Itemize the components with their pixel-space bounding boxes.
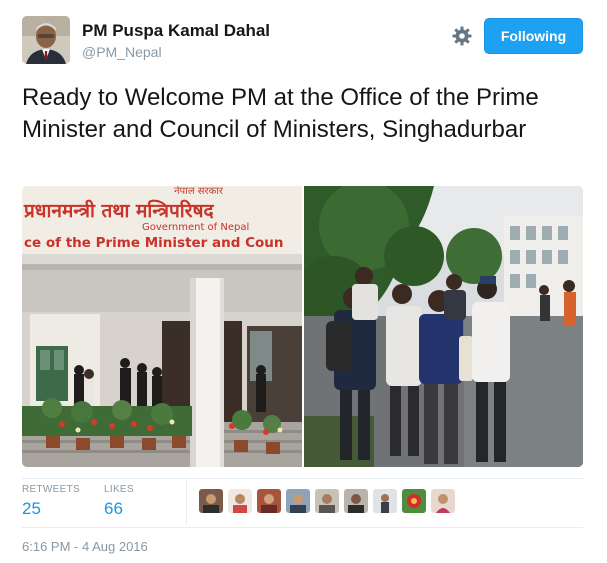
author-name[interactable]: PM Puspa Kamal Dahal: [82, 21, 270, 41]
author-names: PM Puspa Kamal Dahal @PM_Nepal: [82, 21, 270, 61]
likes-count[interactable]: 66: [104, 498, 134, 520]
liker-avatar[interactable]: [373, 489, 397, 513]
photo-office-entrance[interactable]: नेपाल सरकार प्रधानमन्त्री तथा मन्त्रिपरि…: [22, 186, 302, 467]
sign-english-text: ce of the Prime Minister and Coun: [24, 235, 284, 251]
liker-avatar[interactable]: [199, 489, 223, 513]
following-button[interactable]: Following: [484, 18, 583, 54]
likes-label: LIKES: [104, 484, 134, 495]
tweet-text: Ready to Welcome PM at the Office of the…: [22, 84, 539, 143]
stats-separator: [186, 480, 187, 524]
sign-nepali-text: प्रधानमन्त्री तथा मन्त्रिपरिषद: [23, 199, 214, 222]
liker-avatar[interactable]: [344, 489, 368, 513]
tweet-timestamp[interactable]: 6:16 PM - 4 Aug 2016: [22, 539, 148, 555]
sign-top-text: नेपाल सरकार: [174, 186, 224, 197]
liker-avatar[interactable]: [228, 489, 252, 513]
liker-avatar[interactable]: [431, 489, 455, 513]
author-avatar-image: [22, 16, 70, 64]
stats-divider-top: [22, 478, 583, 479]
liker-avatar[interactable]: [402, 489, 426, 513]
tweet-media[interactable]: नेपाल सरकार प्रधानमन्त्री तथा मन्त्रिपरि…: [22, 186, 583, 467]
retweets-label: RETWEETS: [22, 484, 80, 495]
author-handle[interactable]: @PM_Nepal: [82, 43, 270, 61]
retweets-stat[interactable]: RETWEETS 25: [22, 484, 80, 520]
photo-courtyard-crowd[interactable]: [304, 186, 583, 467]
stats-divider-bottom: [22, 527, 583, 528]
likes-stat[interactable]: LIKES 66: [104, 484, 134, 520]
sign-gov-text: Government of Nepal: [142, 222, 249, 233]
liker-avatar[interactable]: [315, 489, 339, 513]
tweet-header: PM Puspa Kamal Dahal @PM_Nepal Following: [22, 16, 587, 68]
gear-icon[interactable]: [450, 24, 474, 48]
liker-avatar[interactable]: [257, 489, 281, 513]
retweets-count[interactable]: 25: [22, 498, 80, 520]
liker-avatar[interactable]: [286, 489, 310, 513]
author-avatar[interactable]: [22, 16, 70, 64]
